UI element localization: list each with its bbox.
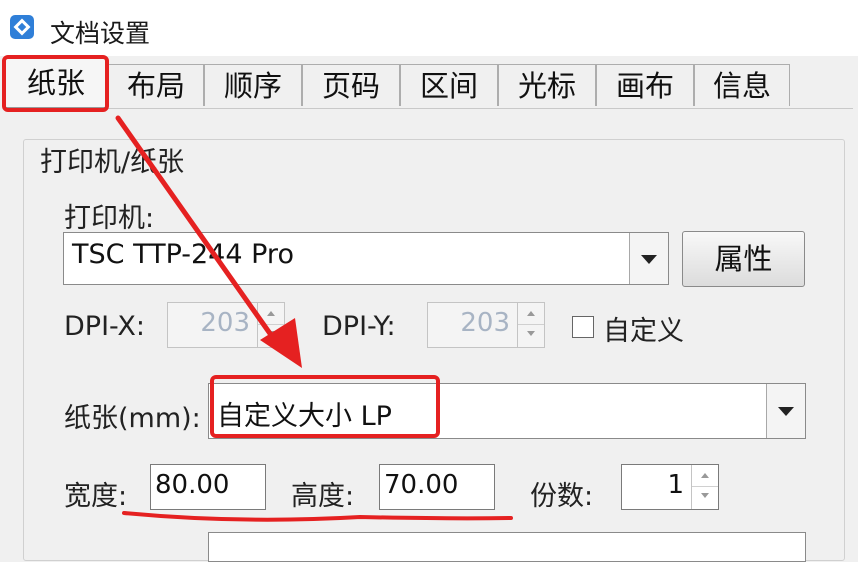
- dpi-y-stepper: 203: [427, 302, 545, 348]
- tab-range[interactable]: 区间: [400, 64, 498, 106]
- title-bar: 文档设置: [0, 0, 858, 56]
- tab-layout[interactable]: 布局: [108, 64, 204, 106]
- tab-page-number[interactable]: 页码: [302, 64, 400, 106]
- spin-up-icon[interactable]: [692, 465, 718, 487]
- printer-value: TSC TTP-244 Pro: [72, 239, 294, 270]
- spin-up-icon: [258, 303, 284, 325]
- app-logo-icon: [10, 15, 34, 39]
- width-value: 80.00: [155, 470, 230, 500]
- height-input[interactable]: 70.00: [379, 464, 495, 510]
- height-value: 70.00: [384, 470, 459, 500]
- dpi-x-stepper: 203: [167, 302, 285, 348]
- paper-label: 纸张(mm):: [64, 403, 201, 434]
- dpi-y-value: 203: [460, 308, 510, 338]
- paper-value: 自定义大小 LP: [217, 401, 392, 432]
- tab-info[interactable]: 信息: [694, 64, 790, 106]
- chevron-down-icon[interactable]: [766, 384, 805, 438]
- width-label: 宽度:: [64, 481, 128, 512]
- copies-label: 份数:: [530, 481, 594, 512]
- window-title: 文档设置: [50, 19, 151, 48]
- tab-cursor[interactable]: 光标: [498, 64, 596, 106]
- tab-strip: 纸张 布局 顺序 页码 区间 光标 画布 信息: [0, 56, 858, 108]
- properties-button[interactable]: 属性: [682, 231, 805, 287]
- height-label: 高度:: [291, 481, 355, 512]
- chevron-down-icon[interactable]: [629, 233, 668, 284]
- dpi-y-label: DPI-Y:: [322, 311, 396, 342]
- tab-order[interactable]: 顺序: [204, 64, 302, 106]
- tab-paper[interactable]: 纸张: [4, 58, 108, 108]
- width-input[interactable]: 80.00: [150, 464, 266, 510]
- spin-down-icon: [518, 325, 544, 347]
- custom-dpi-label: 自定义: [603, 316, 684, 347]
- custom-dpi-checkbox[interactable]: [572, 316, 594, 338]
- spin-down-icon: [258, 325, 284, 347]
- spin-down-icon[interactable]: [692, 487, 718, 509]
- dpi-x-value: 203: [200, 308, 250, 338]
- spin-up-icon: [518, 303, 544, 325]
- dpi-x-label: DPI-X:: [64, 311, 146, 342]
- copies-value: 1: [667, 470, 684, 500]
- tab-canvas[interactable]: 画布: [596, 64, 694, 106]
- copies-stepper[interactable]: 1: [621, 464, 719, 510]
- next-select[interactable]: [208, 532, 806, 562]
- paper-select[interactable]: 自定义大小 LP: [208, 383, 806, 439]
- printer-select[interactable]: TSC TTP-244 Pro: [63, 232, 669, 285]
- group-label: 打印机/纸张: [36, 140, 189, 179]
- printer-label: 打印机:: [64, 203, 155, 234]
